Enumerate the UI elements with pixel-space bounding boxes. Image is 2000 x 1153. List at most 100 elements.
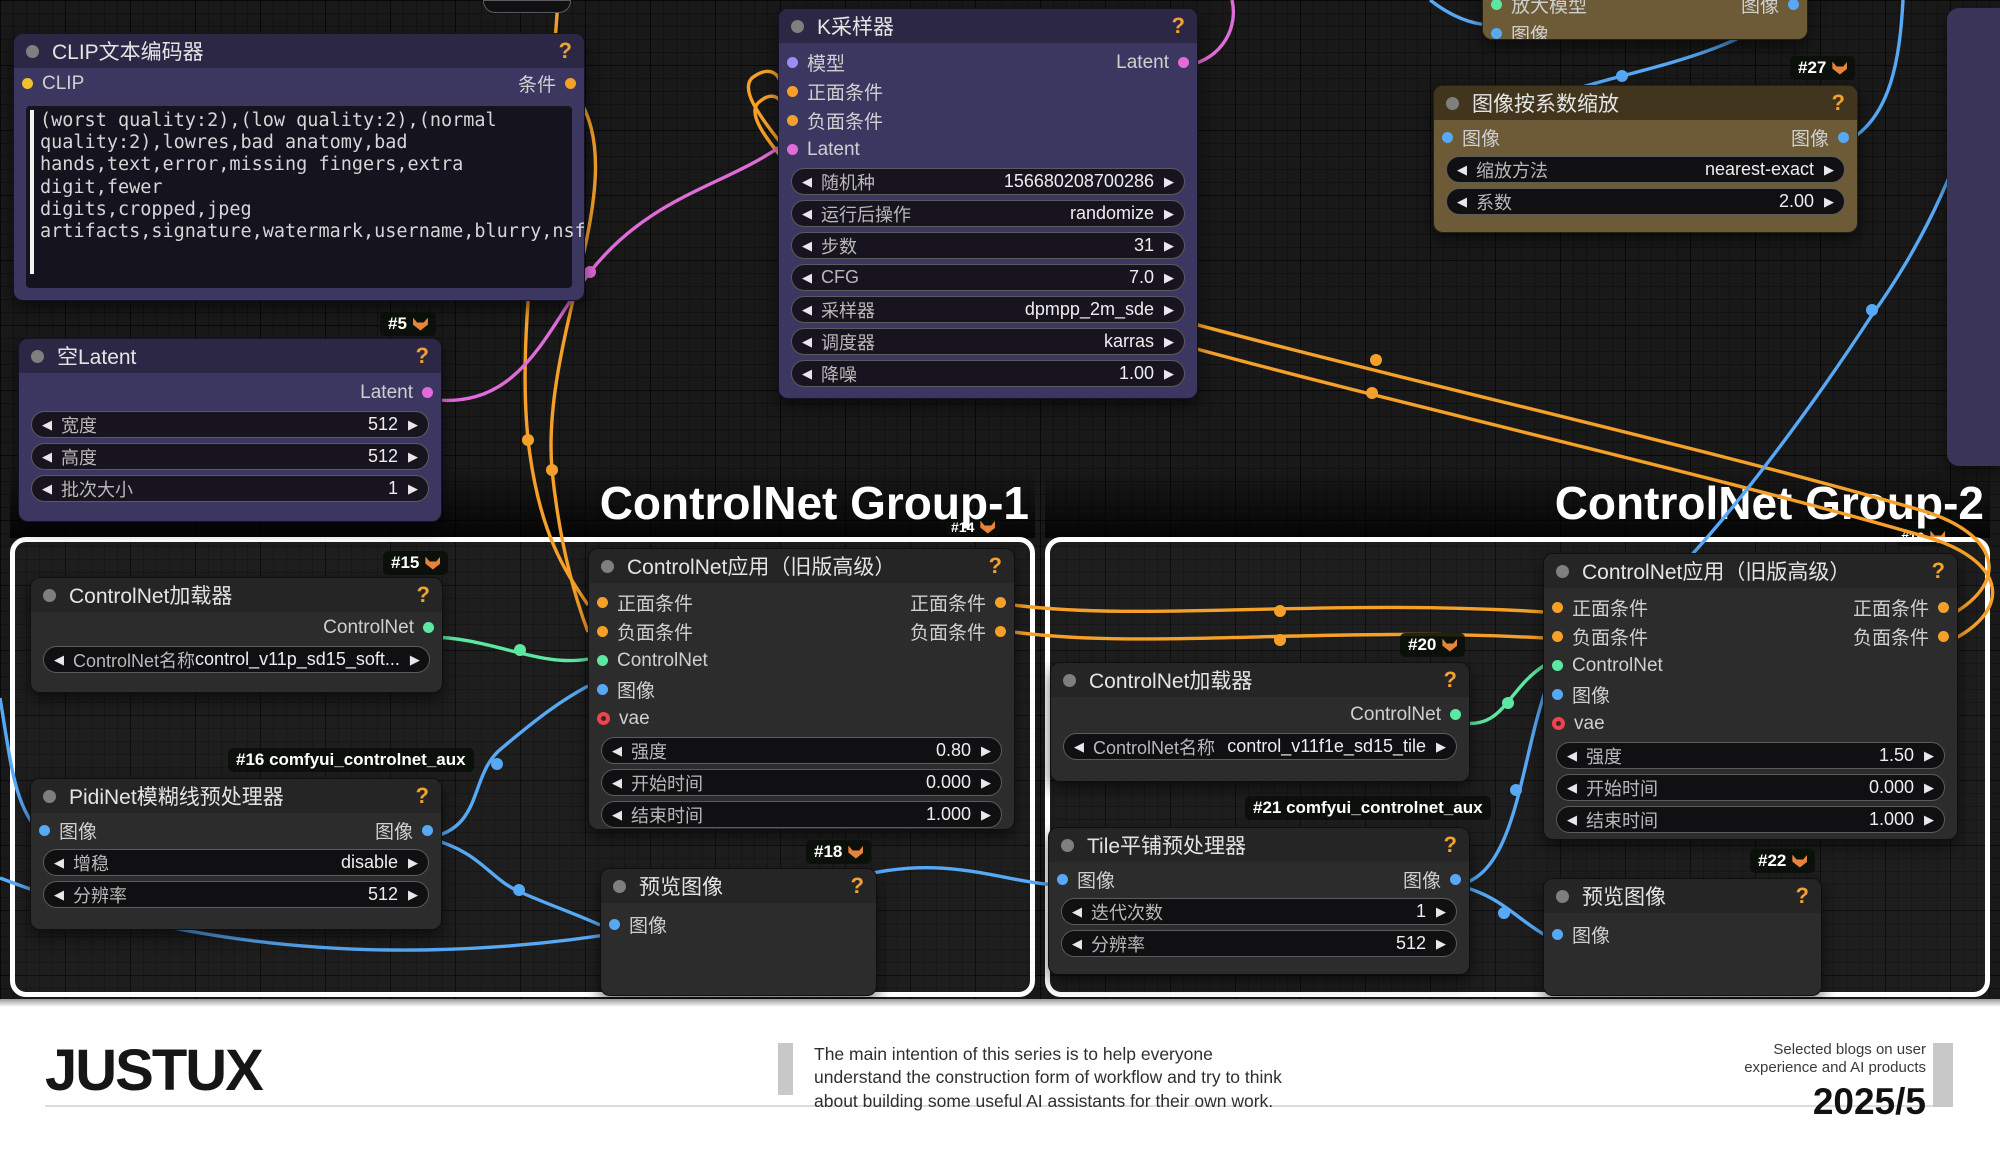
negative-input-port[interactable] [787,115,798,126]
help-icon[interactable]: ? [1172,13,1185,39]
conditioning-output-port[interactable] [565,78,576,89]
help-icon[interactable]: ? [416,343,429,369]
node-titlebar[interactable]: 图像按系数缩放 ? [1434,86,1857,120]
image-input-port[interactable] [597,684,608,695]
node-titlebar[interactable]: ControlNet应用（旧版高级） ? [589,549,1014,583]
collapse-dot[interactable] [31,350,44,363]
latent-input-port[interactable] [787,144,798,155]
image-output-port[interactable] [1788,0,1799,10]
node-titlebar[interactable]: CLIP文本编码器 ? [14,34,584,68]
widget-controlnet-name[interactable]: ◀ControlNet名称control_v11p_sd15_soft...▶ [43,646,430,673]
widget-batch-size[interactable]: ◀批次大小1▶ [31,475,429,502]
controlnet-output-port[interactable] [423,622,434,633]
node-titlebar[interactable]: K采样器 ? [779,9,1197,43]
collapse-dot[interactable] [1556,890,1569,903]
node-titlebar[interactable]: Tile平铺预处理器 ? [1049,828,1469,862]
positive-input-port[interactable] [1552,602,1563,613]
image-input-port[interactable] [1552,929,1563,940]
positive-input-port[interactable] [597,597,608,608]
image-input-port[interactable] [1552,689,1563,700]
controlnet-output-port[interactable] [1450,709,1461,720]
widget-safe[interactable]: ◀增稳disable▶ [43,849,429,876]
widget-start-percent[interactable]: ◀开始时间0.000▶ [601,769,1002,796]
collapse-dot[interactable] [26,45,39,58]
widget-pyr-up-iters[interactable]: ◀迭代次数1▶ [1061,898,1457,925]
widget-control-after-generate[interactable]: ◀运行后操作randomize▶ [791,200,1185,227]
image-output-port[interactable] [1450,874,1461,885]
help-icon[interactable]: ? [1444,832,1457,858]
help-icon[interactable]: ? [851,873,864,899]
widget-strength[interactable]: ◀强度0.80▶ [601,737,1002,764]
node-empty-latent[interactable]: 空Latent ? Latent ◀宽度512▶ ◀高度512▶ ◀批次大小1▶ [18,338,442,522]
node-titlebar[interactable]: ControlNet加载器 ? [31,578,442,612]
widget-steps[interactable]: ◀步数31▶ [791,232,1185,259]
model-input-port[interactable] [787,57,798,68]
positive-output-port[interactable] [1938,602,1949,613]
latent-output-port[interactable] [1178,57,1189,68]
controlnet-input-port[interactable] [597,655,608,666]
negative-input-port[interactable] [1552,631,1563,642]
widget-cfg[interactable]: ◀CFG7.0▶ [791,264,1185,291]
node-offscreen-right-partial[interactable] [1947,8,2000,466]
image-input-port[interactable] [1491,28,1502,39]
image-input-port[interactable] [1057,874,1068,885]
collapse-dot[interactable] [43,589,56,602]
help-icon[interactable]: ? [1444,667,1457,693]
help-icon[interactable]: ? [416,783,429,809]
collapse-dot[interactable] [1556,565,1569,578]
widget-scale-factor[interactable]: ◀系数2.00▶ [1446,188,1845,215]
widget-start-percent[interactable]: ◀开始时间0.000▶ [1556,774,1945,801]
widget-seed[interactable]: ◀随机种156680208700286▶ [791,168,1185,195]
negative-output-port[interactable] [1938,631,1949,642]
image-output-port[interactable] [422,825,433,836]
latent-output-port[interactable] [422,387,433,398]
node-titlebar[interactable]: 预览图像 ? [601,869,876,903]
prompt-textarea[interactable]: (worst quality:2),(low quality:2),(norma… [26,106,572,288]
node-controlnet-apply-2[interactable]: ControlNet应用（旧版高级） ? 正面条件 正面条件 负面条件 负面条件… [1543,553,1958,840]
widget-width[interactable]: ◀宽度512▶ [31,411,429,438]
image-input-port[interactable] [39,825,50,836]
widget-end-percent[interactable]: ◀结束时间1.000▶ [601,801,1002,828]
image-output-port[interactable] [1838,132,1849,143]
positive-output-port[interactable] [995,597,1006,608]
node-graph-canvas[interactable]: #14 #19 ControlNet Group-1 ControlNet Gr… [0,0,2000,1153]
collapse-dot[interactable] [613,880,626,893]
widget-scheduler[interactable]: ◀调度器karras▶ [791,328,1185,355]
node-titlebar[interactable]: ControlNet应用（旧版高级） ? [1544,554,1957,588]
controlnet-input-port[interactable] [1552,660,1563,671]
image-input-port[interactable] [1442,132,1453,143]
vae-input-port[interactable] [597,712,610,725]
positive-input-port[interactable] [787,86,798,97]
widget-denoise[interactable]: ◀降噪1.00▶ [791,360,1185,387]
collapse-dot[interactable] [791,20,804,33]
collapse-dot[interactable] [43,790,56,803]
node-titlebar[interactable]: 空Latent ? [19,339,441,373]
help-icon[interactable]: ? [1932,558,1945,584]
collapse-dot[interactable] [1061,839,1074,852]
widget-controlnet-name[interactable]: ◀ControlNet名称control_v11f1e_sd15_tile▶ [1063,733,1457,760]
collapse-dot[interactable] [1446,97,1459,110]
negative-input-port[interactable] [597,626,608,637]
collapse-dot[interactable] [601,560,614,573]
node-image-scale-by[interactable]: 图像按系数缩放 ? 图像 图像 ◀缩放方法nearest-exact▶ ◀系数2… [1433,85,1858,233]
help-icon[interactable]: ? [1796,883,1809,909]
node-preview-image-1[interactable]: 预览图像 ? 图像 [600,868,877,996]
help-icon[interactable]: ? [559,38,572,64]
help-icon[interactable]: ? [417,582,430,608]
node-controlnet-loader-2[interactable]: ControlNet加载器 ? ControlNet ◀ControlNet名称… [1050,662,1470,782]
node-tile-preprocessor[interactable]: Tile平铺预处理器 ? 图像 图像 ◀迭代次数1▶ ◀分辨率512▶ [1048,827,1470,975]
negative-output-port[interactable] [995,626,1006,637]
node-pidinet-preprocessor[interactable]: PidiNet模糊线预处理器 ? 图像 图像 ◀增稳disable▶ ◀分辨率5… [30,778,442,930]
node-controlnet-apply-1[interactable]: ControlNet应用（旧版高级） ? 正面条件 正面条件 负面条件 负面条件… [588,548,1015,830]
widget-strength[interactable]: ◀强度1.50▶ [1556,742,1945,769]
widget-end-percent[interactable]: ◀结束时间1.000▶ [1556,806,1945,833]
widget-resolution[interactable]: ◀分辨率512▶ [1061,930,1457,957]
group2-title[interactable]: ControlNet Group-2 [1045,476,1984,530]
node-titlebar[interactable]: 预览图像 ? [1544,879,1821,913]
collapse-dot[interactable] [1063,674,1076,687]
upscale-model-input-port[interactable] [1491,0,1502,10]
help-icon[interactable]: ? [1832,90,1845,116]
vae-input-port[interactable] [1552,717,1565,730]
node-controlnet-loader-1[interactable]: ControlNet加载器 ? ControlNet ◀ControlNet名称… [30,577,443,693]
widget-resolution[interactable]: ◀分辨率512▶ [43,881,429,908]
